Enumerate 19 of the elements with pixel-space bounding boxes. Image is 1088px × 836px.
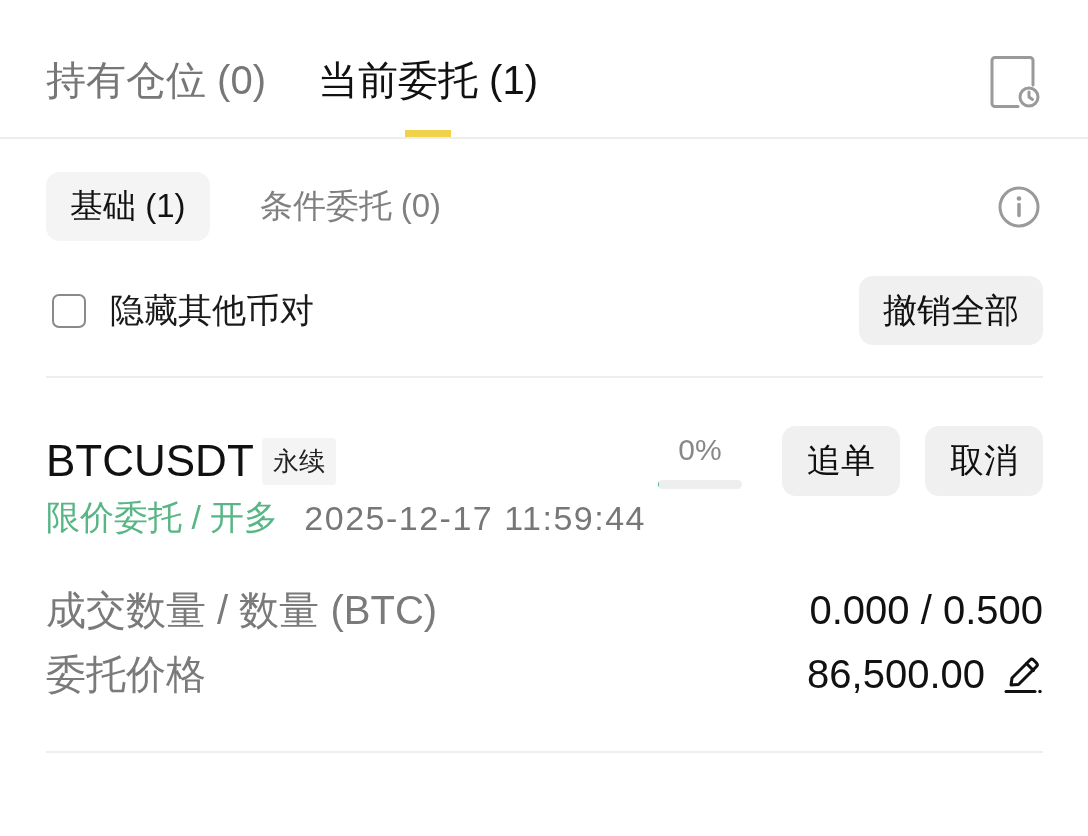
document-clock-icon[interactable]: [990, 56, 1040, 108]
cancel-all-button[interactable]: 撤销全部: [859, 276, 1043, 345]
contract-tag: 永续: [261, 437, 336, 485]
subtab[interactable]: 条件委托 (0): [235, 172, 465, 241]
checkbox[interactable]: [52, 293, 86, 328]
tab[interactable]: 持有仓位 (0): [46, 56, 266, 137]
order-symbol: BTCUSDT: [46, 436, 254, 486]
order-time: 2025-12-17 11:59:44: [304, 498, 647, 538]
order-action-button[interactable]: 取消: [925, 426, 1043, 496]
field-value: 0.000 / 0.500: [809, 587, 1043, 633]
field-value: 86,500.00: [807, 651, 985, 697]
field-label: 成交数量 / 数量 (BTC): [46, 586, 438, 634]
fill-percent: 0%: [678, 433, 722, 467]
field-label: 委托价格: [46, 650, 206, 698]
order-action-button[interactable]: 追单: [782, 426, 900, 496]
subtab[interactable]: 基础 (1): [46, 172, 210, 241]
filter-label: 隐藏其他币对: [110, 289, 314, 331]
order-type: 限价委托 / 开多: [46, 497, 279, 538]
info-icon[interactable]: [998, 185, 1040, 228]
